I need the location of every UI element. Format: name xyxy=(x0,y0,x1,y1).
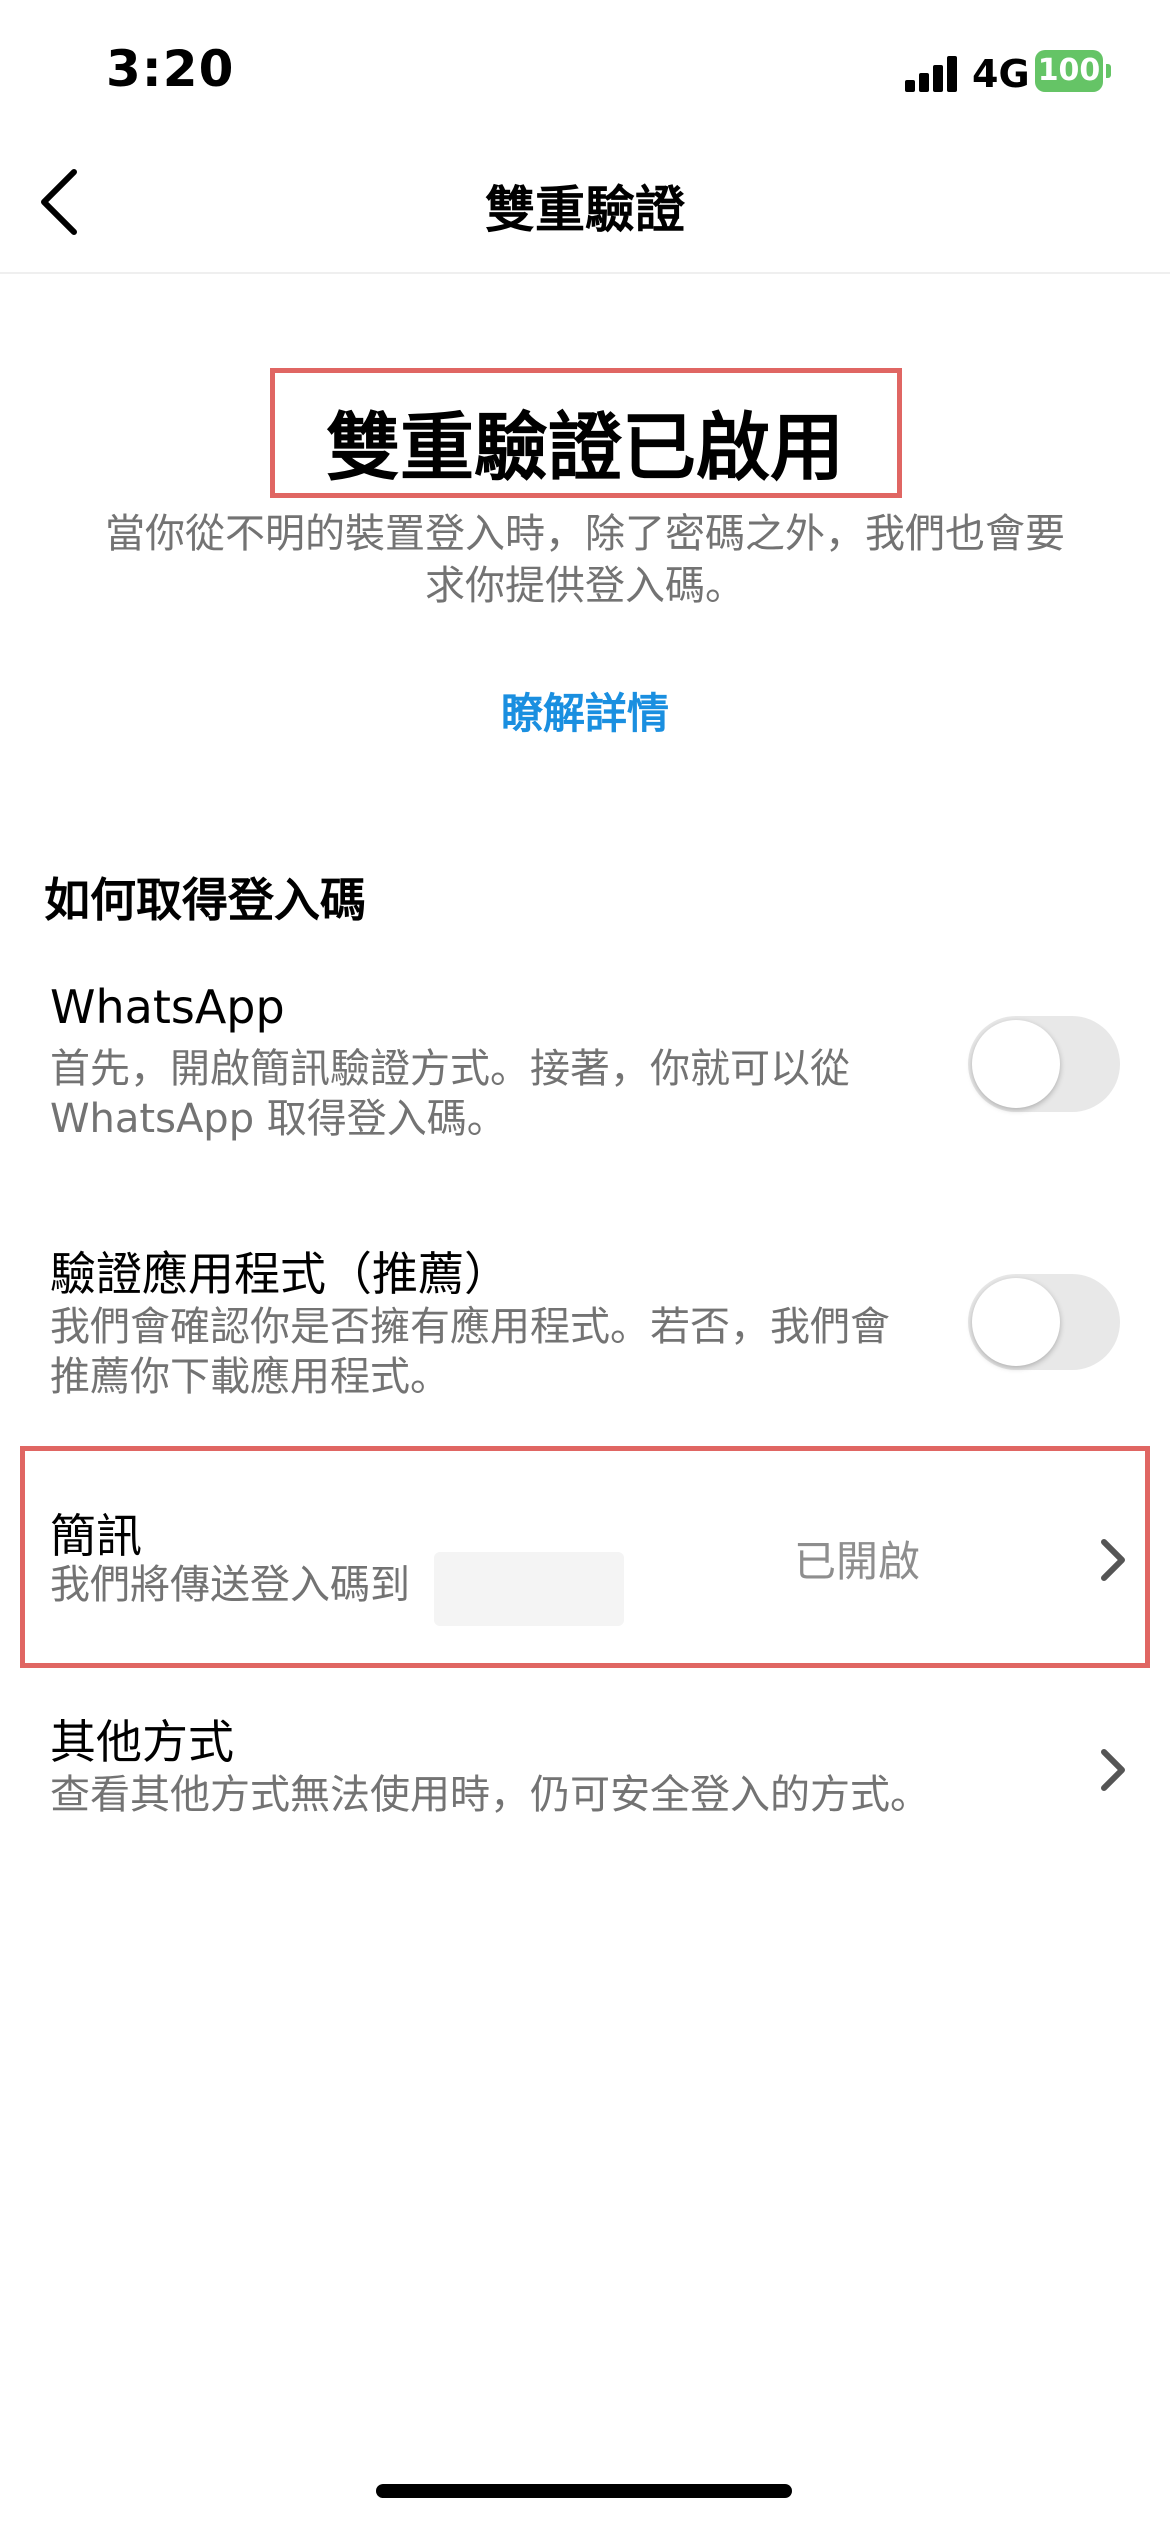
auth-app-toggle[interactable] xyxy=(968,1274,1120,1370)
whatsapp-toggle[interactable] xyxy=(968,1016,1120,1112)
method-subtitle: 查看其他方式無法使用時，仍可安全登入的方式。 xyxy=(50,1772,930,1818)
method-row-whatsapp: WhatsApp 首先，開啟簡訊驗證方式。接著，你就可以從WhatsApp 取得… xyxy=(0,980,1170,1160)
chevron-right-icon xyxy=(1101,1749,1125,1791)
status-time: 3:20 xyxy=(106,40,235,98)
home-indicator[interactable] xyxy=(376,2484,792,2498)
redacted-phone-number xyxy=(434,1552,624,1626)
status-description: 當你從不明的裝置登入時，除了密碼之外，我們也會要求你提供登入碼。 xyxy=(105,511,1065,609)
method-subtitle: 首先，開啟簡訊驗證方式。接著，你就可以從WhatsApp 取得登入碼。 xyxy=(50,1046,850,1142)
method-row-other[interactable]: 其他方式 查看其他方式無法使用時，仍可安全登入的方式。 xyxy=(0,1706,1170,1836)
cellular-signal-icon xyxy=(905,56,957,92)
chevron-right-icon xyxy=(1101,1539,1125,1581)
toggle-knob xyxy=(972,1020,1060,1108)
section-title: 如何取得登入碼 xyxy=(44,873,366,927)
sms-subtitle-prefix: 我們將傳送登入碼到 xyxy=(50,1562,410,1608)
method-title: 簡訊 xyxy=(50,1509,142,1563)
battery-icon: 100 xyxy=(1035,50,1103,92)
method-row-auth-app: 驗證應用程式（推薦） 我們會確認你是否擁有應用程式。若否，我們會推薦你下載應用程… xyxy=(0,1238,1170,1418)
nav-divider xyxy=(0,272,1170,274)
battery-tip xyxy=(1106,64,1111,78)
page-title: 雙重驗證 xyxy=(485,181,685,239)
network-type: 4G xyxy=(972,52,1030,96)
method-title: 驗證應用程式（推薦） xyxy=(50,1247,510,1301)
learn-more-link[interactable]: 瞭解詳情 xyxy=(0,680,1170,741)
toggle-knob xyxy=(972,1278,1060,1366)
sms-status: 已開啟 xyxy=(793,1537,920,1586)
status-headline: 雙重驗證已啟用 xyxy=(326,405,844,491)
method-title: 其他方式 xyxy=(50,1715,234,1769)
method-subtitle: 我們會確認你是否擁有應用程式。若否，我們會推薦你下載應用程式。 xyxy=(50,1304,890,1400)
method-title: WhatsApp xyxy=(50,980,285,1034)
